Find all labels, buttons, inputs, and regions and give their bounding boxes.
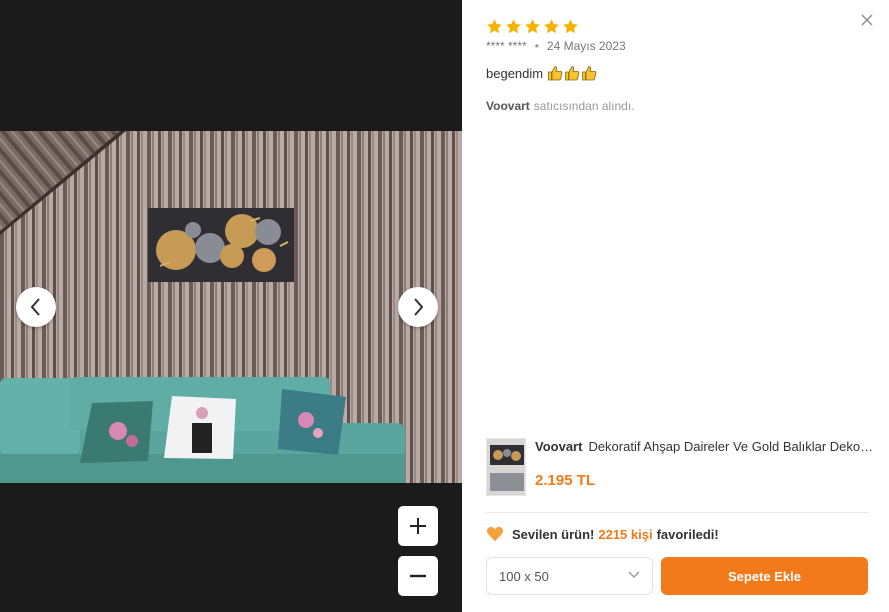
favorites-tail: favoriledi! [656,526,719,542]
seller-note: Voovart satıcısından alındı. [486,99,635,113]
favorites-lead: Sevilen ürün! [512,526,595,542]
thumbs-up-icon [565,66,580,81]
favorites-banner: Sevilen ürün! 2215 kişi favoriledi! [486,525,719,543]
zoom-out-button[interactable] [398,556,438,596]
product-price: 2.195 TL [535,472,596,489]
product-card[interactable]: Voovart Dekoratif Ahşap Daireler Ve Gold … [486,438,875,498]
star-icon [544,19,559,34]
product-name: Dekoratif Ahşap Daireler Ve Gold Balıkla… [588,439,875,454]
star-icon [525,19,540,34]
chevron-down-icon [628,571,640,578]
star-icon [487,19,502,34]
chevron-right-icon [414,298,424,316]
review-comment-text: begendim [486,65,544,81]
review-date: 24 Mayıs 2023 [546,39,626,53]
divider [486,512,869,513]
size-select[interactable]: 100 x 50 [486,557,653,595]
plus-icon [410,518,426,534]
product-brand: Voovart [535,439,583,454]
add-to-cart-button[interactable]: Sepete Ekle [661,557,868,595]
favorites-count: 2215 kişi [598,526,653,542]
review-photo [0,131,462,483]
chevron-left-icon [30,298,40,316]
image-viewer [0,0,462,612]
rating-stars [486,18,579,35]
review-comment: begendim [486,65,597,81]
product-title[interactable]: Voovart Dekoratif Ahşap Daireler Ve Gold … [535,439,875,454]
thumbs-up-icon [582,66,597,81]
size-select-value: 100 x 50 [499,568,549,584]
heart-icon [486,526,504,542]
review-meta: **** **** • 24 Mayıs 2023 [486,39,626,53]
minus-icon [410,574,426,578]
review-author: **** **** [486,39,527,53]
next-image-button[interactable] [398,287,438,327]
zoom-in-button[interactable] [398,506,438,546]
star-icon [506,19,521,34]
separator-dot: • [534,39,539,53]
seller-name[interactable]: Voovart [486,99,530,113]
seller-suffix: satıcısından alındı. [533,99,635,113]
wall-art [148,208,294,282]
close-icon[interactable] [859,12,875,28]
previous-image-button[interactable] [16,287,56,327]
star-icon [563,19,578,34]
review-panel: **** **** • 24 Mayıs 2023 begendim Voova… [462,0,889,612]
thumbs-up-icon [548,66,563,81]
product-thumbnail[interactable] [486,438,526,496]
